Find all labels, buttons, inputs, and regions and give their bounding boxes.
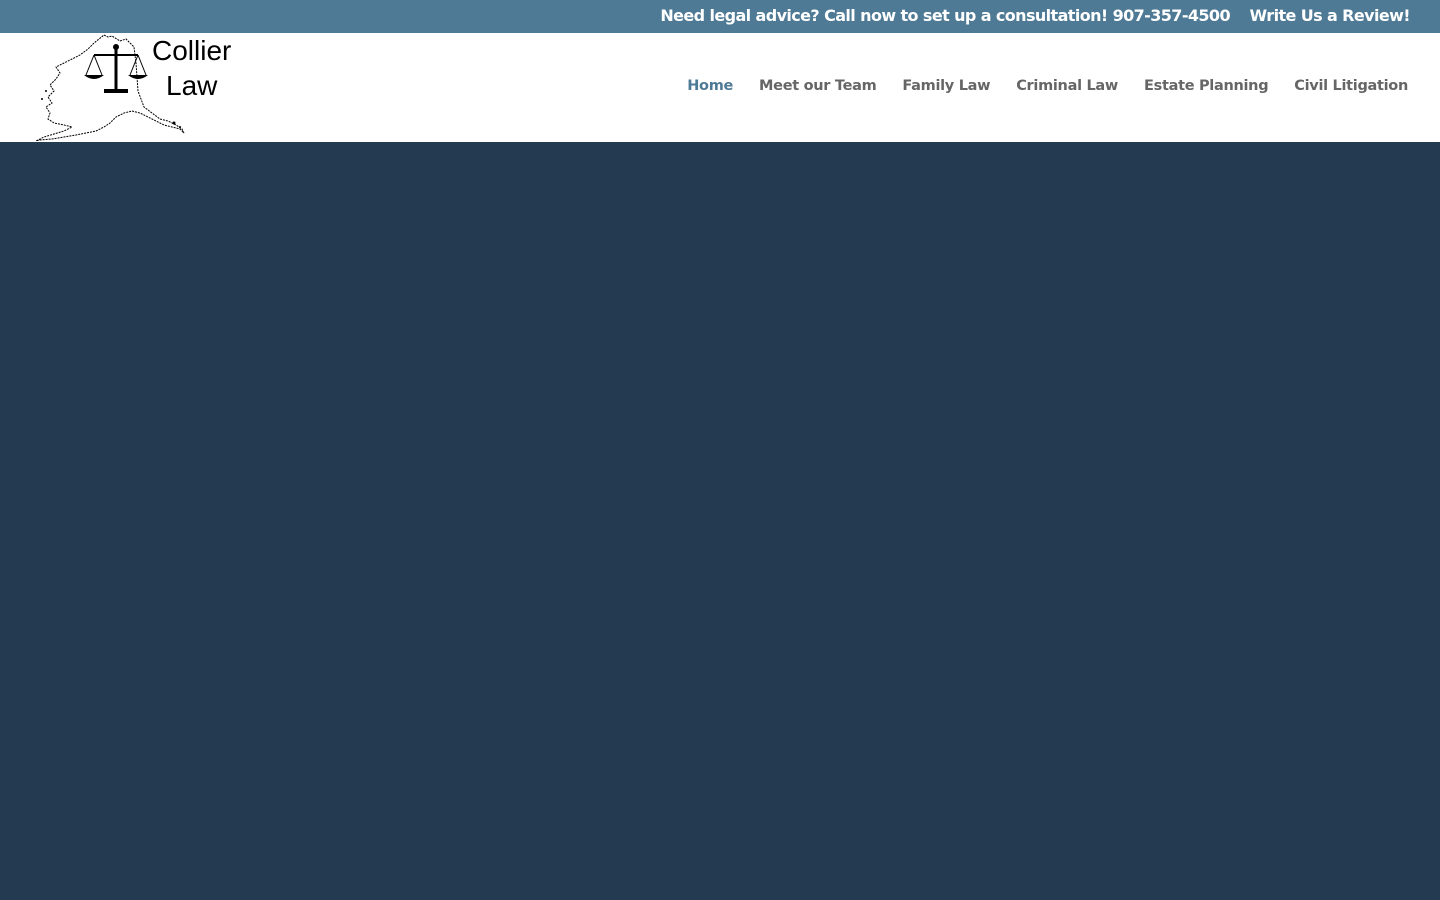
nav-item-criminal-law[interactable]: Criminal Law — [1016, 78, 1118, 94]
hero-section — [0, 142, 1440, 900]
consultation-phone-text: Need legal advice? Call now to set up a … — [660, 6, 1230, 25]
nav-item-meet-our-team[interactable]: Meet our Team — [759, 78, 877, 94]
logo-text-line2: Law — [166, 70, 218, 101]
logo-text-line1: Collier — [152, 35, 232, 66]
nav-item-civil-litigation[interactable]: Civil Litigation — [1294, 78, 1408, 94]
nav-item-home[interactable]: Home — [687, 78, 733, 94]
site-logo[interactable]: Collier Law — [34, 33, 244, 141]
nav-item-estate-planning[interactable]: Estate Planning — [1144, 78, 1269, 94]
write-review-link[interactable]: Write Us a Review! — [1250, 0, 1411, 31]
main-nav: Home Meet our Team Family Law Criminal L… — [687, 33, 1408, 139]
site-header: Collier Law Home Meet our Team Family La… — [0, 33, 1440, 142]
top-bar: Need legal advice? Call now to set up a … — [0, 0, 1440, 33]
nav-item-family-law[interactable]: Family Law — [902, 78, 990, 94]
